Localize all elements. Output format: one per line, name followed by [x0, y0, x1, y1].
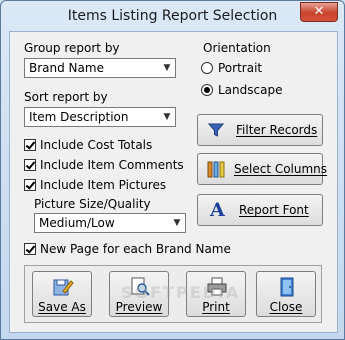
report-selection-window: Items Listing Report Selection ✕ Group r… [0, 0, 345, 340]
save-as-label: Save As [38, 300, 86, 314]
checkbox-checked-icon [24, 243, 36, 255]
door-exit-icon [276, 277, 298, 297]
select-columns-button[interactable]: Select Columns [197, 153, 327, 185]
orientation-label: Orientation [203, 41, 271, 55]
item-pictures-checkbox[interactable]: Include Item Pictures [24, 178, 166, 192]
select-columns-label: Select Columns [234, 162, 328, 176]
action-button-group: Save As Preview Print Close SOFTPEDIA [24, 265, 322, 323]
sort-report-select[interactable]: Item Description ▼ [24, 107, 176, 127]
filter-records-label: Filter Records [236, 123, 318, 137]
print-label: Print [202, 300, 230, 314]
font-icon: A [210, 199, 225, 221]
radio-unselected-icon [201, 62, 213, 74]
report-font-label: Report Font [239, 203, 309, 217]
close-label: Close [269, 300, 303, 314]
item-pictures-label: Include Item Pictures [40, 178, 167, 192]
cost-totals-label: Include Cost Totals [40, 138, 153, 152]
checkbox-checked-icon [24, 159, 36, 171]
report-font-button[interactable]: A Report Font [197, 194, 323, 226]
picture-quality-label: Picture Size/Quality [34, 197, 151, 211]
save-as-icon [52, 277, 74, 297]
checkbox-checked-icon [24, 139, 36, 151]
dialog-client-area: Group report by Brand Name ▼ Sort report… [9, 31, 338, 333]
portrait-radio[interactable]: Portrait [201, 61, 262, 75]
group-report-value: Brand Name [29, 61, 104, 75]
portrait-label: Portrait [218, 61, 263, 75]
save-as-button[interactable]: Save As [32, 271, 92, 317]
radio-selected-icon [201, 84, 213, 96]
group-report-label: Group report by [24, 41, 120, 55]
preview-button[interactable]: Preview [109, 271, 169, 317]
window-title: Items Listing Report Selection [67, 8, 278, 24]
title-bar: Items Listing Report Selection ✕ [1, 1, 344, 31]
funnel-icon [207, 122, 225, 141]
new-page-checkbox[interactable]: New Page for each Brand Name [24, 242, 231, 256]
item-comments-label: Include Item Comments [40, 158, 184, 172]
sort-report-value: Item Description [29, 110, 129, 124]
filter-records-button[interactable]: Filter Records [197, 114, 323, 146]
print-button[interactable]: Print [186, 271, 246, 317]
columns-icon [207, 161, 225, 181]
chevron-down-icon: ▼ [163, 112, 171, 122]
window-close-button[interactable]: ✕ [300, 2, 338, 22]
landscape-label: Landscape [218, 83, 283, 97]
picture-quality-value: Medium/Low [39, 216, 115, 230]
printer-icon [206, 277, 228, 297]
close-button[interactable]: Close [256, 271, 316, 317]
preview-label: Preview [115, 300, 163, 314]
landscape-radio[interactable]: Landscape [201, 83, 282, 97]
picture-quality-select[interactable]: Medium/Low ▼ [34, 213, 186, 233]
item-comments-checkbox[interactable]: Include Item Comments [24, 158, 184, 172]
chevron-down-icon: ▼ [173, 218, 181, 228]
chevron-down-icon: ▼ [163, 63, 171, 73]
sort-report-label: Sort report by [24, 90, 108, 104]
preview-icon [129, 277, 151, 297]
checkbox-checked-icon [24, 179, 36, 191]
group-report-select[interactable]: Brand Name ▼ [24, 58, 176, 78]
new-page-label: New Page for each Brand Name [40, 242, 231, 256]
cost-totals-checkbox[interactable]: Include Cost Totals [24, 138, 152, 152]
